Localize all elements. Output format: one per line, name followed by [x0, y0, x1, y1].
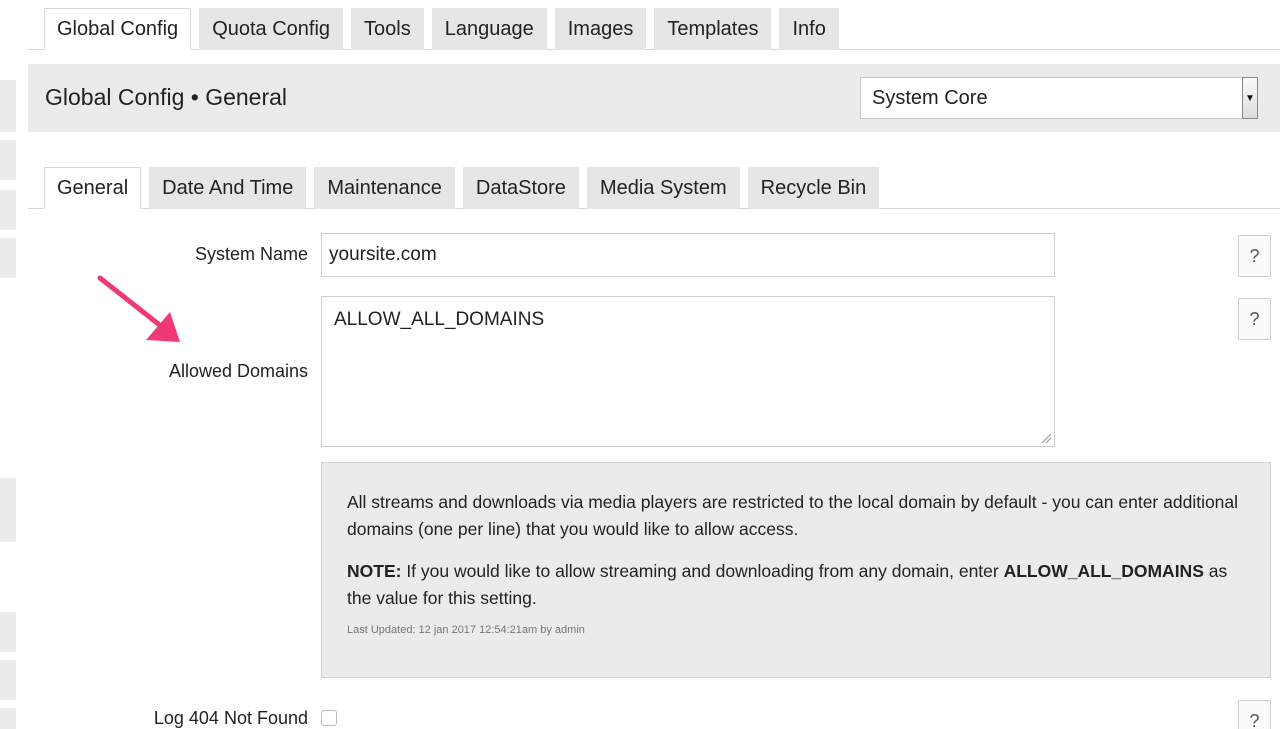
tab-datastore[interactable]: DataStore	[462, 167, 579, 209]
section-header: Global Config • General System Core ▼	[28, 64, 1280, 132]
allowed-domains-value: ALLOW_ALL_DOMAINS	[334, 309, 545, 330]
left-edge-strip	[0, 708, 16, 729]
left-edge-strip	[0, 660, 16, 700]
log404-help-button[interactable]: ?	[1238, 700, 1271, 729]
tab-info[interactable]: Info	[779, 8, 839, 50]
help-description: All streams and downloads via media play…	[347, 492, 1239, 539]
tab-media-system[interactable]: Media System	[586, 167, 740, 209]
tab-recycle-bin[interactable]: Recycle Bin	[747, 167, 880, 209]
allowed-domains-help-button[interactable]: ?	[1238, 298, 1271, 340]
config-section-select[interactable]: System Core ▼	[860, 77, 1258, 119]
tab-language[interactable]: Language	[431, 8, 547, 50]
log404-checkbox[interactable]	[321, 710, 337, 726]
system-name-value: yoursite.com	[329, 244, 437, 265]
system-name-label: System Name	[194, 244, 308, 264]
tab-date-and-time[interactable]: Date And Time	[149, 167, 307, 209]
system-name-input[interactable]: yoursite.com	[321, 233, 1055, 277]
tab-global-config[interactable]: Global Config	[44, 8, 192, 50]
last-updated-text: Last Updated: 12 jan 2017 12:54:21am by …	[347, 624, 585, 636]
chevron-down-icon: ▼	[1245, 92, 1255, 104]
help-note: NOTE: If you would like to allow streami…	[347, 558, 1245, 612]
tab-images[interactable]: Images	[554, 8, 647, 50]
select-value: System Core	[872, 86, 988, 109]
top-tab-bar: Global Config Quota Config Tools Languag…	[44, 8, 839, 50]
tab-maintenance[interactable]: Maintenance	[314, 167, 455, 209]
note-text: If you would like to allow streaming and…	[401, 561, 1004, 581]
resize-grip-icon[interactable]	[1040, 432, 1052, 444]
left-edge-strip	[0, 140, 16, 180]
system-name-help-button[interactable]: ?	[1238, 235, 1271, 277]
page-title: Global Config • General	[45, 84, 288, 110]
left-edge-strip	[0, 80, 16, 132]
note-value: ALLOW_ALL_DOMAINS	[1003, 561, 1204, 581]
allowed-domains-label: Allowed Domains	[168, 361, 308, 381]
allowed-domains-help-panel: All streams and downloads via media play…	[321, 462, 1271, 678]
tab-tools[interactable]: Tools	[351, 8, 424, 50]
note-prefix: NOTE:	[347, 561, 402, 581]
tab-general[interactable]: General	[44, 167, 142, 209]
arrow-annotation-icon	[97, 275, 180, 342]
sub-tab-bar: General Date And Time Maintenance DataSt…	[44, 167, 880, 209]
left-edge-strip	[0, 238, 16, 278]
log404-label: Log 404 Not Found	[153, 708, 308, 728]
tab-templates[interactable]: Templates	[654, 8, 772, 50]
left-edge-strip	[0, 612, 16, 652]
tab-quota-config[interactable]: Quota Config	[199, 8, 344, 50]
select-dropdown-button[interactable]: ▼	[1242, 77, 1258, 119]
allowed-domains-textarea[interactable]: ALLOW_ALL_DOMAINS	[321, 296, 1055, 447]
left-edge-strip	[0, 478, 16, 542]
left-edge-strip	[0, 190, 16, 230]
